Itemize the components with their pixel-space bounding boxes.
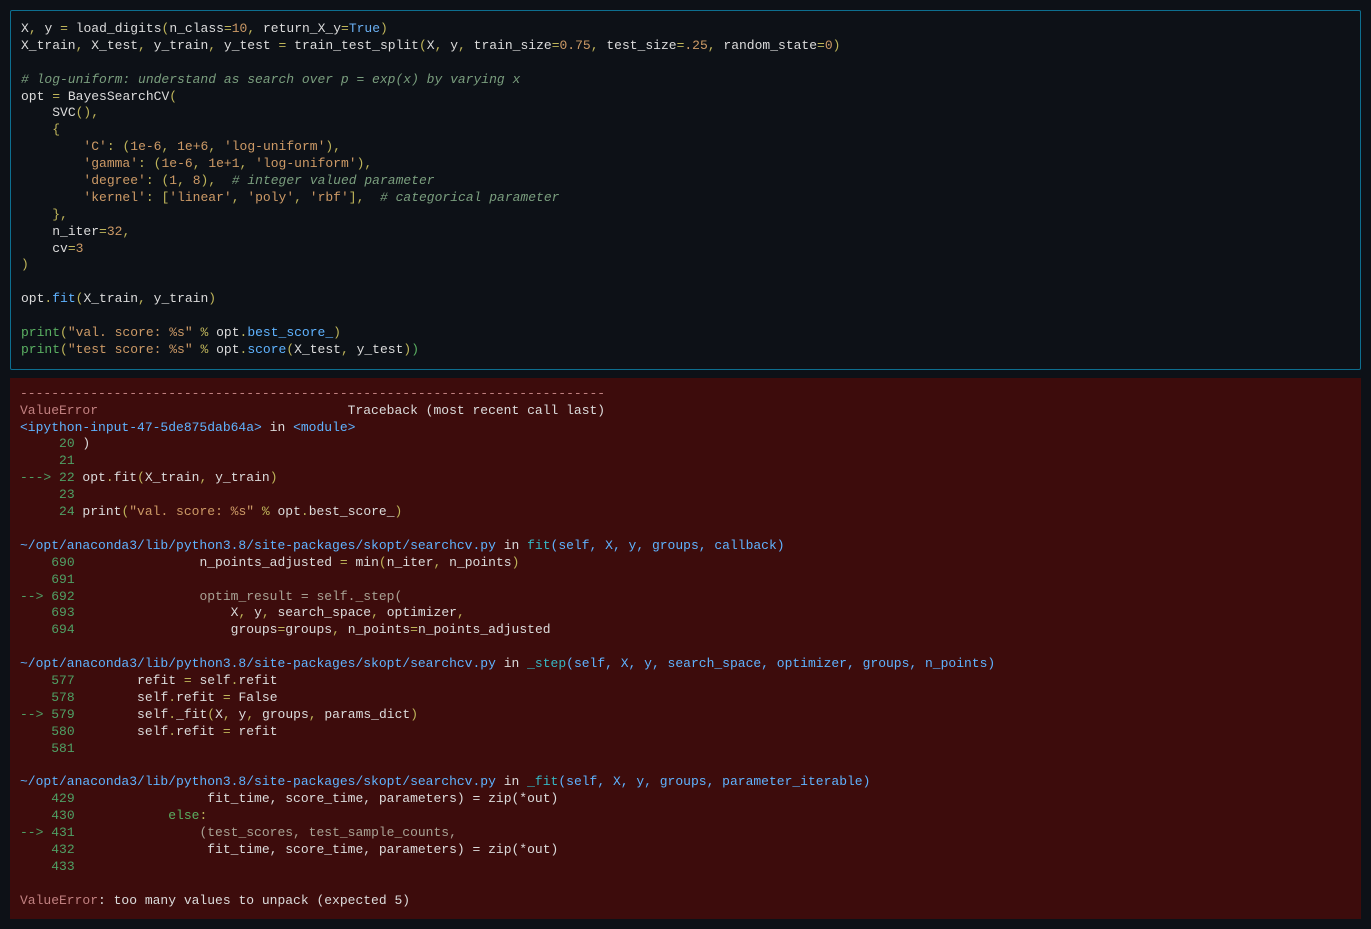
code-text: X, y = load_digits(n_class=10, return_X_… — [21, 21, 1350, 359]
traceback-text: ----------------------------------------… — [20, 386, 1351, 910]
traceback-file-2: ~/opt/anaconda3/lib/python3.8/site-packa… — [20, 656, 496, 671]
traceback-location: <ipython-input-47-5de875dab64a> — [20, 420, 262, 435]
traceback-file-1: ~/opt/anaconda3/lib/python3.8/site-packa… — [20, 538, 496, 553]
error-name: ValueError — [20, 403, 98, 418]
traceback-file-3: ~/opt/anaconda3/lib/python3.8/site-packa… — [20, 774, 496, 789]
error-output-cell: ----------------------------------------… — [10, 378, 1361, 920]
final-error-name: ValueError — [20, 893, 98, 908]
separator-line: ----------------------------------------… — [20, 386, 605, 401]
traceback-label: Traceback (most recent call last) — [348, 403, 605, 418]
code-input-cell[interactable]: X, y = load_digits(n_class=10, return_X_… — [10, 10, 1361, 370]
final-error-msg: : too many values to unpack (expected 5) — [98, 893, 410, 908]
